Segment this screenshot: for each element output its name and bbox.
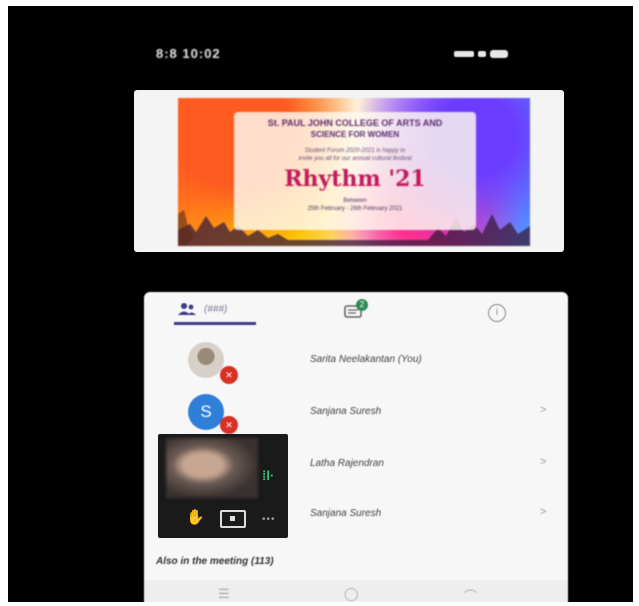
home-icon[interactable]: ◯: [344, 586, 359, 602]
also-in-meeting-label: Also in the meeting (113): [156, 556, 274, 567]
menu-icon[interactable]: ☰: [218, 586, 230, 602]
self-video-feed: [166, 438, 258, 498]
tab-people[interactable]: (###): [178, 302, 227, 316]
chat-unread-badge: 2: [356, 299, 368, 311]
phone-screen: 8:8 10:02 St. PAUL JOHN COLLEGE OF ARTS …: [8, 6, 633, 602]
panel-tabs: (###) 2 i: [144, 292, 568, 330]
poster-invite-2: invite you all for our annual cultural f…: [298, 156, 412, 162]
chevron-right-icon: >: [540, 404, 547, 416]
self-video-tile[interactable]: ⁞l· ✋ •••: [158, 434, 288, 538]
tab-people-label: (###): [204, 303, 228, 315]
people-icon: [178, 303, 196, 315]
participant-name: Sanjana Suresh: [310, 406, 382, 417]
avatar: S: [188, 394, 224, 430]
battery-icon: [490, 50, 508, 58]
screen-share-icon[interactable]: [220, 510, 246, 528]
tab-info[interactable]: i: [488, 304, 506, 322]
poster-college: St. PAUL JOHN COLLEGE OF ARTS AND: [267, 118, 443, 128]
poster-text-panel: St. PAUL JOHN COLLEGE OF ARTS AND SCIENC…: [234, 112, 476, 230]
participant-name: Sarita Neelakantan (You): [310, 354, 422, 365]
shared-content[interactable]: St. PAUL JOHN COLLEGE OF ARTS AND SCIENC…: [134, 90, 564, 252]
mic-muted-icon: ✕: [220, 366, 238, 384]
wifi-icon: [478, 51, 486, 57]
status-time: 8:8 10:02: [156, 46, 221, 61]
participant-row[interactable]: S ✕ Sanjana Suresh >: [144, 390, 568, 440]
android-nav-bar: ☰ ◯ ⌒: [144, 580, 568, 602]
active-tab-indicator: [174, 322, 256, 325]
mic-muted-icon: ✕: [220, 416, 238, 434]
avatar: [188, 342, 224, 378]
poster-college-sub: SCIENCE FOR WOMEN: [310, 130, 400, 139]
signal-icon: [454, 51, 474, 57]
status-icons: [454, 50, 508, 58]
participant-row[interactable]: ✕ Sarita Neelakantan (You): [144, 336, 568, 386]
poster-title: Rhythm '21: [284, 166, 426, 192]
event-poster: St. PAUL JOHN COLLEGE OF ARTS AND SCIENC…: [178, 98, 530, 246]
tab-chat[interactable]: 2: [344, 299, 368, 325]
participant-name: Sanjana Suresh: [310, 508, 382, 519]
chevron-right-icon: >: [540, 456, 547, 468]
poster-date-label: Between: [343, 198, 367, 204]
chevron-right-icon: >: [540, 506, 547, 518]
back-icon[interactable]: ⌒: [464, 586, 477, 602]
raise-hand-icon[interactable]: ✋: [186, 508, 205, 526]
poster-dates: 25th February - 26th February 2021: [307, 206, 403, 212]
poster-invite-1: Student Forum 2020-2021 is happy to: [304, 148, 406, 154]
audio-level-icon: ⁞l·: [262, 468, 275, 483]
participant-name: Latha Rajendran: [310, 458, 384, 469]
more-options-icon[interactable]: •••: [262, 514, 276, 525]
